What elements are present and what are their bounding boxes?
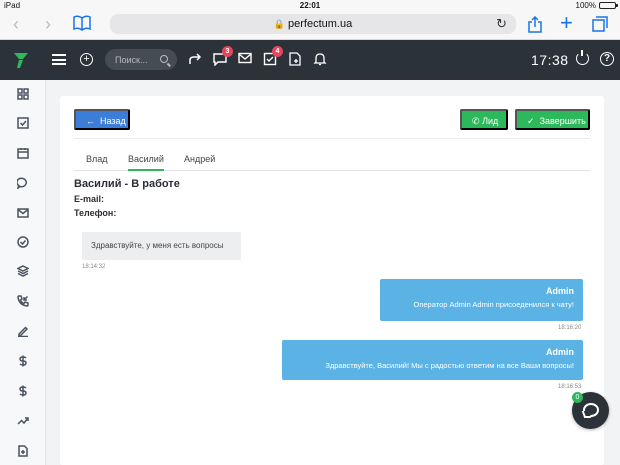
message-text: Здравствуйте, Василий! Мы с радостью отв… [325, 361, 574, 370]
message-outgoing: Admin Здравствуйте, Василий! Мы с радост… [282, 340, 583, 380]
lock-icon: 🔒 [273, 19, 285, 29]
address-bar[interactable]: 🔒 perfectum.ua ↻ [110, 14, 516, 34]
arrow-left-icon: ← [86, 116, 95, 126]
chat-bubble-icon [583, 403, 599, 417]
message-time: 18:16:20 [558, 325, 582, 331]
device-status-bar: iPad 22:01 100% [0, 0, 620, 11]
tab-andrey[interactable]: Андрей [184, 154, 215, 171]
current-time: 17:38 [531, 52, 569, 68]
forward-arrow-icon[interactable]: › [45, 15, 51, 33]
phone-incoming-icon[interactable] [16, 294, 30, 308]
share-forward-icon[interactable] [187, 52, 203, 68]
envelope-icon[interactable] [16, 206, 30, 220]
battery-icon [599, 2, 618, 9]
power-icon[interactable] [576, 50, 589, 65]
reload-icon[interactable]: ↻ [496, 14, 507, 34]
url-text: perfectum.ua [288, 18, 353, 30]
device-time: 22:01 [299, 1, 321, 10]
calendar-icon[interactable] [16, 146, 30, 160]
tab-vasiliy[interactable]: Василий [128, 154, 164, 171]
tasks-icon[interactable]: 4 [262, 46, 283, 68]
chat-icon[interactable]: 3 [212, 46, 233, 68]
checkbox-icon[interactable] [16, 116, 30, 130]
tab-vlad[interactable]: Влад [86, 154, 108, 171]
chat-panel: ← Назад ✆ Лид ✓ Завершить Влад Василий А… [60, 96, 604, 465]
message-text: Оператор Admin Admin присоеденился к чат… [413, 300, 574, 309]
add-icon[interactable]: + [80, 53, 93, 66]
message-outgoing: Admin Оператор Admin Admin присоеденился… [380, 279, 583, 321]
back-button[interactable]: ← Назад [74, 109, 130, 130]
search-input[interactable] [115, 52, 157, 67]
tasks-badge: 4 [272, 46, 283, 57]
finish-button-label: Завершить [539, 116, 586, 126]
chat-badge: 3 [222, 46, 233, 57]
chat-tabs: Влад Василий Андрей [74, 151, 590, 171]
search-icon[interactable] [160, 55, 168, 63]
share-icon[interactable] [528, 15, 542, 38]
dollar-icon[interactable] [16, 354, 30, 368]
check-icon: ✓ [527, 116, 535, 126]
message-author: Admin [546, 286, 574, 296]
chat-widget-count: 0 [572, 392, 583, 403]
new-tab-icon[interactable]: + [560, 12, 573, 34]
back-arrow-icon[interactable]: ‹ [13, 15, 19, 33]
edit-icon[interactable] [16, 324, 30, 338]
contact-title: Василий - В работе [74, 178, 180, 190]
phone-icon: ✆ [472, 116, 480, 126]
message-time: 18:14:32 [82, 264, 106, 270]
battery-status: 100% [575, 1, 618, 10]
app-header: + 3 4 17:38 ? [0, 40, 620, 80]
check-circle-icon[interactable] [16, 235, 30, 249]
chat-widget-button[interactable]: 0 [572, 392, 609, 429]
layers-icon[interactable] [16, 264, 30, 278]
phone-label: Телефон: [74, 208, 117, 218]
browser-toolbar: ‹ › 🔒 perfectum.ua ↻ + [0, 11, 620, 40]
dollar-icon-2[interactable] [16, 384, 30, 398]
bookmarks-icon[interactable] [73, 15, 91, 36]
file-plus-icon[interactable] [16, 444, 30, 458]
message-author: Admin [546, 347, 574, 357]
notifications-icon[interactable] [312, 52, 328, 68]
message-incoming: Здравствуйте, у меня есть вопросы [82, 232, 241, 260]
finish-button[interactable]: ✓ Завершить [515, 109, 590, 130]
sidebar [0, 80, 46, 465]
tabs-icon[interactable] [592, 16, 608, 37]
lead-button[interactable]: ✆ Лид [460, 109, 508, 130]
perfectum-logo-icon[interactable] [12, 51, 30, 69]
lead-button-label: Лид [482, 116, 499, 126]
header-divider [74, 138, 590, 139]
back-button-label: Назад [100, 116, 126, 126]
mail-icon[interactable] [237, 52, 253, 68]
message-time: 18:16:53 [558, 384, 582, 390]
email-label: E-mail: [74, 194, 105, 204]
comment-icon[interactable] [16, 176, 30, 190]
trending-up-icon[interactable] [16, 414, 30, 428]
search-box[interactable] [105, 49, 177, 70]
dashboard-icon[interactable] [16, 87, 30, 101]
file-icon[interactable] [287, 52, 303, 68]
battery-percent: 100% [575, 1, 596, 10]
menu-icon[interactable] [52, 54, 66, 65]
help-icon[interactable]: ? [600, 52, 614, 66]
